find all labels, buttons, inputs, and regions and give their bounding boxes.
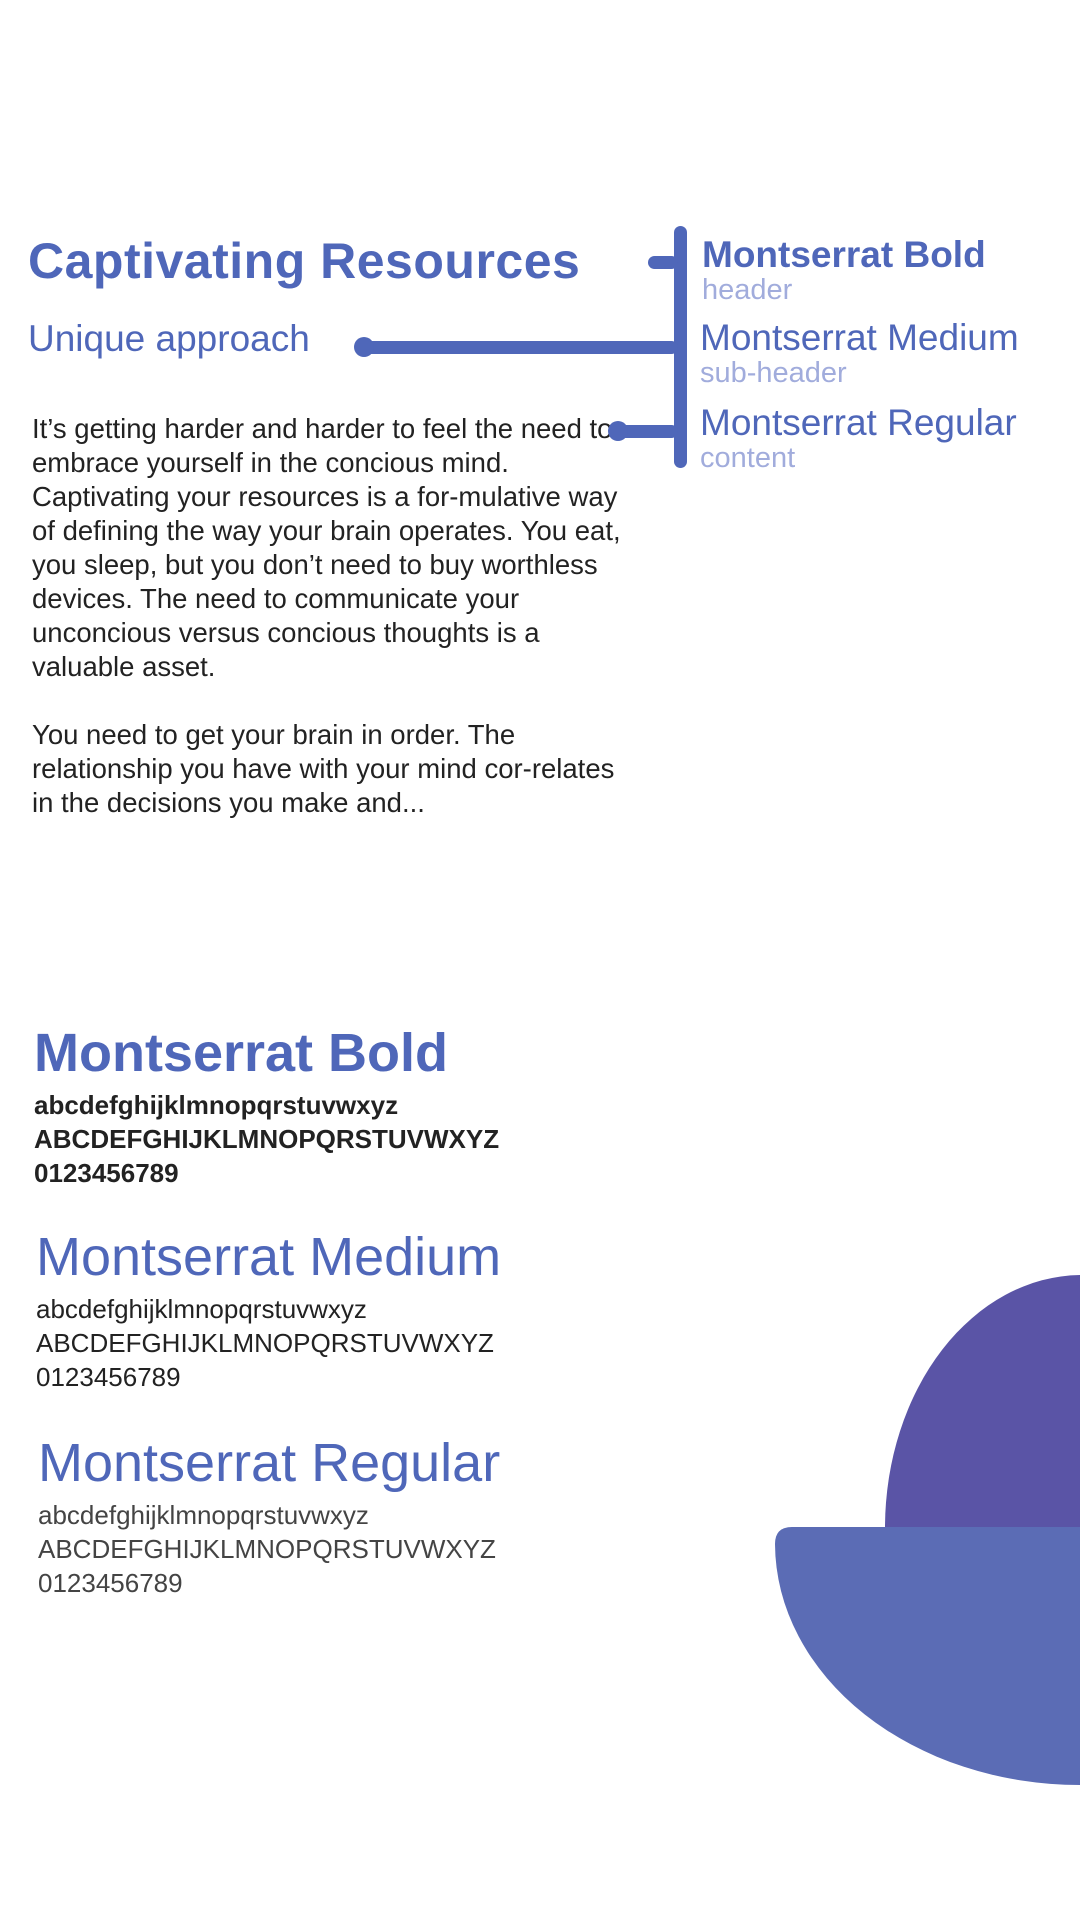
decorative-shapes: [775, 1275, 1080, 1785]
decorative-half-circle: [775, 1527, 1080, 1785]
decorative-quarter-circle: [885, 1275, 1080, 1527]
